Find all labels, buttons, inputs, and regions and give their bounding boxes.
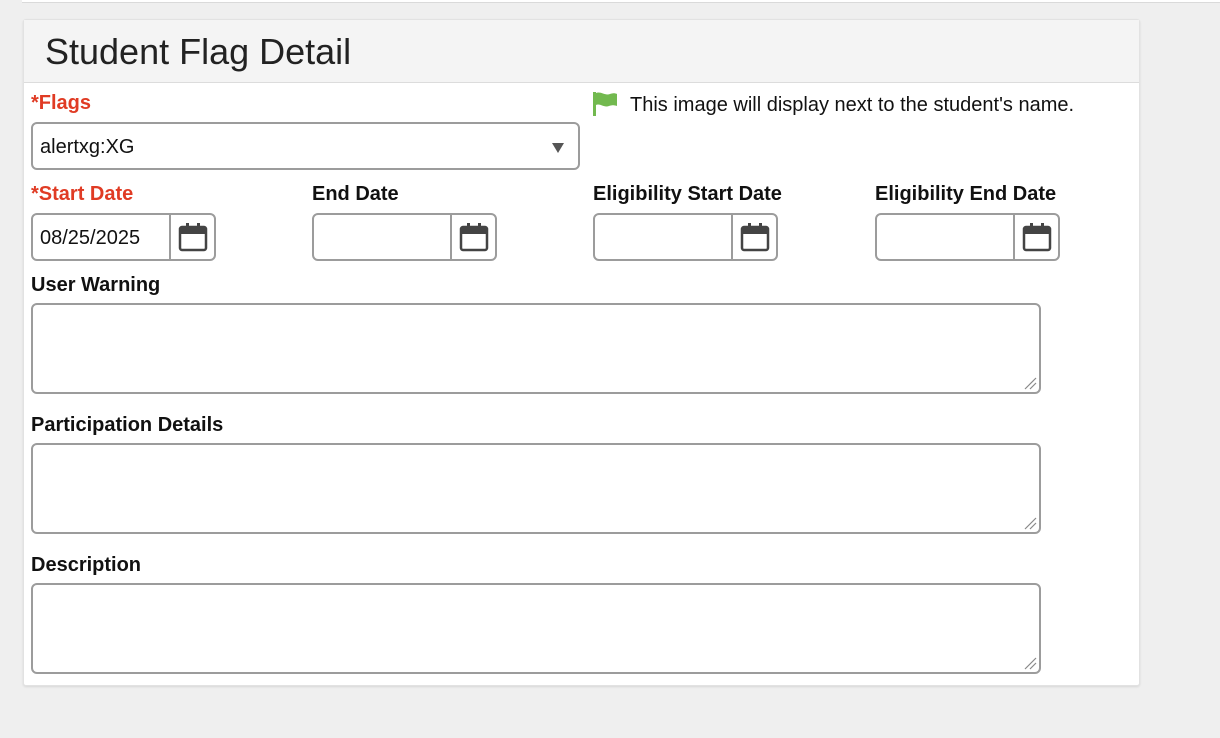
calendar-icon <box>1022 223 1052 252</box>
dropdown-arrow-icon <box>552 143 564 153</box>
description-label: Description <box>31 554 142 576</box>
user-warning-label: User Warning <box>31 274 161 296</box>
panel-header: Student Flag Detail <box>24 20 1139 83</box>
eligibility-start-date-calendar-button[interactable] <box>731 215 776 259</box>
start-date-calendar-button[interactable] <box>169 215 214 259</box>
end-date-field[interactable] <box>312 213 497 261</box>
eligibility-end-date-field[interactable] <box>875 213 1060 261</box>
user-warning-textarea[interactable] <box>31 303 1041 394</box>
start-date-field[interactable]: 08/25/2025 <box>31 213 216 261</box>
student-flag-detail-panel: Student Flag Detail *Flags alertxg:XG Th… <box>23 19 1140 686</box>
eligibility-end-date-calendar-button[interactable] <box>1013 215 1058 259</box>
panel-title: Student Flag Detail <box>45 31 352 72</box>
eligibility-start-date-label: Eligibility Start Date <box>593 183 782 205</box>
start-date-label: *Start Date <box>31 183 134 205</box>
previous-panel-edge <box>22 0 1220 3</box>
resize-grip-icon[interactable] <box>1023 656 1037 670</box>
flags-selected-value: alertxg:XG <box>40 136 135 158</box>
resize-grip-icon[interactable] <box>1023 516 1037 530</box>
calendar-icon <box>178 223 208 252</box>
end-date-calendar-button[interactable] <box>450 215 495 259</box>
eligibility-start-date-field[interactable] <box>593 213 778 261</box>
flags-select[interactable]: alertxg:XG <box>31 122 580 170</box>
flags-label: *Flags <box>31 92 92 114</box>
start-date-value: 08/25/2025 <box>40 227 141 249</box>
calendar-icon <box>740 223 770 252</box>
eligibility-end-date-label: Eligibility End Date <box>875 183 1057 205</box>
calendar-icon <box>459 223 489 252</box>
participation-details-label: Participation Details <box>31 414 224 436</box>
end-date-label: End Date <box>312 183 399 205</box>
participation-details-textarea[interactable] <box>31 443 1041 534</box>
resize-grip-icon[interactable] <box>1023 376 1037 390</box>
flag-note-text: This image will display next to the stud… <box>630 94 1075 116</box>
flag-icon <box>593 92 617 116</box>
description-textarea[interactable] <box>31 583 1041 674</box>
